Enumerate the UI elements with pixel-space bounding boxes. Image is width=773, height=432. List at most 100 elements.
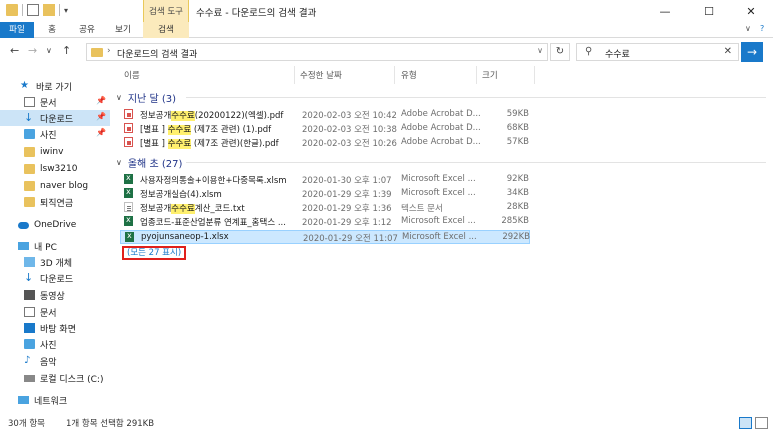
column-divider[interactable] bbox=[534, 66, 535, 84]
file-date: 2020-02-03 오전 10:26 bbox=[302, 139, 397, 149]
file-name-suffix: (제7조 관련) (1).pdf bbox=[191, 125, 272, 135]
tab-home[interactable]: 홈 bbox=[40, 22, 64, 38]
breadcrumb-chevron-icon[interactable]: › bbox=[107, 46, 111, 56]
excel-file-icon bbox=[124, 173, 133, 184]
sidebar-item-downloads[interactable]: ↓ 다운로드 📌 bbox=[0, 110, 110, 126]
column-header-date[interactable]: 수정한 날짜 bbox=[300, 69, 342, 81]
maximize-button[interactable]: ☐ bbox=[687, 0, 731, 22]
sidebar-item-local-disk[interactable]: 로컬 디스크 (C:) bbox=[0, 370, 110, 386]
collapse-chevron-icon[interactable]: ∨ bbox=[116, 158, 122, 167]
column-divider[interactable] bbox=[294, 66, 295, 84]
column-divider[interactable] bbox=[476, 66, 477, 84]
sidebar-item-documents-pc[interactable]: 문서 bbox=[0, 304, 110, 320]
column-header-size[interactable]: 크기 bbox=[482, 69, 498, 81]
tab-view[interactable]: 보기 bbox=[108, 22, 138, 38]
sidebar-item-music[interactable]: ♪ 음악 bbox=[0, 353, 110, 369]
file-row[interactable]: 정보공개실습(4).xlsm 2020-01-29 오후 1:39 Micros… bbox=[120, 187, 530, 201]
pin-icon[interactable]: 📌 bbox=[96, 96, 106, 105]
large-icons-view-icon[interactable] bbox=[755, 417, 768, 429]
collapse-chevron-icon[interactable]: ∨ bbox=[116, 93, 122, 102]
sidebar-item-pictures-pc[interactable]: 사진 bbox=[0, 336, 110, 352]
column-header-type[interactable]: 유형 bbox=[401, 69, 417, 81]
text-file-icon bbox=[124, 202, 133, 212]
sidebar-item-onedrive[interactable]: OneDrive bbox=[0, 217, 110, 233]
tab-file[interactable]: 파일 bbox=[0, 22, 34, 38]
file-size: 292KB bbox=[502, 232, 530, 242]
file-row[interactable]: 사용자정의통솔+이용한+다중목록.xlsm 2020-01-30 오후 1:07… bbox=[120, 173, 530, 187]
file-row[interactable]: 정보공개수수료(20200122)(엑셀).pdf 2020-02-03 오전 … bbox=[120, 108, 530, 122]
sidebar-item-desktop[interactable]: 바탕 화면 bbox=[0, 320, 110, 336]
file-row[interactable]: 업종코드-표준산업분류 연계표_홈택스 ... 2020-01-29 오후 1:… bbox=[120, 215, 530, 229]
address-bar[interactable]: › 다운로드의 검색 결과 ∨ bbox=[86, 43, 548, 61]
close-button[interactable]: ✕ bbox=[729, 0, 773, 22]
sidebar-item-downloads-pc[interactable]: ↓ 다운로드 bbox=[0, 270, 110, 286]
file-type: Microsoft Excel ... bbox=[401, 174, 476, 184]
folder-icon bbox=[24, 181, 35, 191]
back-arrow-icon[interactable]: ← bbox=[10, 44, 19, 57]
sidebar-item-label: 동영상 bbox=[40, 291, 65, 302]
sidebar-item-label: naver blog bbox=[40, 181, 89, 191]
up-arrow-icon[interactable]: ↑ bbox=[62, 44, 71, 57]
sidebar-item-quick-access[interactable]: ★ 바로 가기 bbox=[0, 78, 110, 94]
disk-icon bbox=[24, 374, 35, 382]
tab-share[interactable]: 공유 bbox=[72, 22, 102, 38]
forward-arrow-icon[interactable]: → bbox=[28, 44, 37, 57]
clear-search-icon[interactable]: ✕ bbox=[724, 46, 732, 57]
folder-icon bbox=[24, 147, 35, 157]
pin-icon[interactable]: 📌 bbox=[96, 112, 106, 121]
file-size: 285KB bbox=[501, 216, 529, 226]
minimize-button[interactable]: — bbox=[643, 0, 687, 22]
column-header-name[interactable]: 이름 bbox=[124, 69, 140, 81]
ribbon-expand-icon[interactable]: ∨ bbox=[745, 24, 751, 33]
file-row[interactable]: [별표 ] 수수료 (제7조 관련)(한글).pdf 2020-02-03 오전… bbox=[120, 136, 530, 150]
folder-icon bbox=[24, 164, 35, 174]
recent-locations-icon[interactable]: ∨ bbox=[46, 46, 52, 55]
refresh-button[interactable]: ↻ bbox=[550, 43, 570, 61]
help-icon[interactable]: ? bbox=[760, 24, 764, 33]
search-go-button[interactable]: → bbox=[741, 42, 763, 62]
file-row[interactable]: 정보공개수수료계산_코드.txt 2020-01-29 오후 1:36 텍스트 … bbox=[120, 201, 530, 215]
download-icon: ↓ bbox=[24, 111, 34, 124]
ribbon-tabs: 파일 홈 공유 보기 검색 ∨ ? bbox=[0, 22, 773, 38]
tab-search[interactable]: 검색 bbox=[143, 22, 189, 38]
file-date: 2020-01-29 오후 1:36 bbox=[302, 204, 392, 214]
sidebar-item-label: 문서 bbox=[40, 98, 57, 109]
search-box[interactable]: ⚲ 수수료 ✕ bbox=[576, 43, 739, 61]
sidebar-item-network[interactable]: 네트워크 bbox=[0, 392, 110, 408]
sidebar-item-3d-objects[interactable]: 3D 개체 bbox=[0, 254, 110, 270]
group-header[interactable]: ∨ 올해 초 (27) bbox=[116, 155, 766, 170]
show-all-link[interactable]: (모든 27 표시) bbox=[122, 246, 187, 260]
address-dropdown-icon[interactable]: ∨ bbox=[537, 46, 543, 55]
sidebar-item-pictures[interactable]: 사진 📌 bbox=[0, 126, 110, 142]
sidebar-item-pension[interactable]: 퇴직연금 bbox=[0, 194, 110, 210]
breadcrumb-path[interactable]: 다운로드의 검색 결과 bbox=[117, 47, 197, 60]
new-folder-icon[interactable] bbox=[43, 4, 55, 16]
file-size: 28KB bbox=[506, 202, 529, 212]
file-name-suffix: (20200122)(엑셀).pdf bbox=[194, 111, 284, 121]
pin-icon[interactable]: 📌 bbox=[96, 128, 106, 137]
sidebar-item-documents[interactable]: 문서 📌 bbox=[0, 94, 110, 110]
sidebar-item-lsw3210[interactable]: lsw3210 bbox=[0, 161, 110, 177]
file-row-selected[interactable]: pyojunsaneop-1.xlsx 2020-01-29 오전 11:07 … bbox=[120, 230, 530, 244]
file-list: 이름 수정한 날짜 유형 크기 ∨ 지난 달 (3) 정보공개수수료(20200… bbox=[114, 66, 769, 410]
pictures-icon bbox=[24, 129, 35, 139]
search-input[interactable]: 수수료 bbox=[605, 47, 630, 60]
sidebar-item-naver-blog[interactable]: naver blog bbox=[0, 178, 110, 194]
sidebar-item-this-pc[interactable]: 내 PC bbox=[0, 238, 110, 254]
sidebar-item-videos[interactable]: 동영상 bbox=[0, 287, 110, 303]
sidebar-item-iwinv[interactable]: iwinv bbox=[0, 144, 110, 160]
cube-icon bbox=[24, 257, 35, 267]
file-date: 2020-02-03 오전 10:42 bbox=[302, 111, 397, 121]
network-icon bbox=[18, 396, 29, 404]
file-name: 정보공개실습(4).xlsm bbox=[140, 190, 222, 200]
video-icon bbox=[24, 290, 35, 300]
customize-toolbar-icon[interactable]: ▾ bbox=[64, 6, 68, 15]
sidebar-item-label: 로컬 디스크 (C:) bbox=[40, 374, 104, 385]
sidebar-item-label: 사진 bbox=[40, 340, 57, 351]
column-divider[interactable] bbox=[394, 66, 395, 84]
app-folder-icon[interactable] bbox=[6, 4, 18, 16]
group-header[interactable]: ∨ 지난 달 (3) bbox=[116, 90, 766, 105]
file-row[interactable]: [별표 ] 수수료 (제7조 관련) (1).pdf 2020-02-03 오전… bbox=[120, 122, 530, 136]
properties-icon[interactable] bbox=[27, 4, 39, 16]
details-view-icon[interactable] bbox=[739, 417, 752, 429]
